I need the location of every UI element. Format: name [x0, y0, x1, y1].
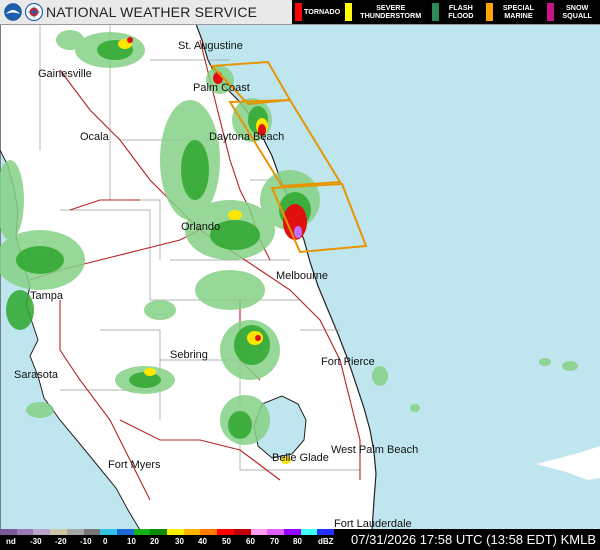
city-label: Palm Coast	[193, 82, 250, 94]
scale-swatch	[283, 529, 301, 535]
legend-swatch	[432, 3, 440, 21]
city-label: Tampa	[30, 290, 64, 302]
scale-swatch	[33, 529, 51, 535]
city-label: Sebring	[170, 349, 208, 361]
city-label: West Palm Beach	[331, 444, 419, 456]
legend-label: SNOW SQUALL	[562, 3, 592, 20]
city-label: Ocala	[80, 131, 109, 143]
scale-swatch	[116, 529, 134, 535]
timestamp: 07/31/2026 17:58 UTC (13:58 EDT) KMLB	[351, 532, 596, 547]
scale-tick-label: 20	[150, 537, 159, 546]
scale-tick-label: 50	[222, 537, 231, 546]
scale-tick-label: 80	[293, 537, 302, 546]
scale-swatch	[233, 529, 251, 535]
scale-swatch	[16, 529, 34, 535]
legend-label: FLASH FLOOD	[448, 3, 474, 20]
scale-tick-label: 10	[127, 537, 136, 546]
scale-swatch	[317, 529, 335, 535]
scale-tick-label: 70	[270, 537, 279, 546]
scale-swatch	[267, 529, 284, 535]
scale-tick-label: dBZ	[318, 537, 334, 546]
legend-item-tornado: TORNADO	[292, 0, 342, 24]
scale-tick-label: 60	[246, 537, 255, 546]
legend-item-snow-squall: SNOW SQUALL	[544, 0, 600, 24]
scale-tick-label: 30	[175, 537, 184, 546]
scale-tick-label: -10	[80, 537, 92, 546]
scale-tick-label: nd	[6, 537, 16, 546]
radar-map-view: St. Augustine Gainesville Palm Coast Oca…	[0, 0, 600, 550]
footer-bar: nd -30 -20 -10 0 10 20 30 40 50 60 70 80 dBZ 07/31/20…	[0, 529, 600, 550]
scale-swatch	[133, 529, 151, 535]
scale-swatch	[300, 529, 318, 535]
city-label: Melbourne	[276, 270, 328, 282]
scale-tick-label: -20	[55, 537, 67, 546]
scale-swatch	[250, 529, 268, 535]
city-label: St. Augustine	[178, 40, 243, 52]
legend-label: SEVERE THUNDERSTORM	[360, 3, 422, 20]
scale-swatches	[0, 529, 335, 535]
city-label: Orlando	[181, 221, 221, 233]
legend-swatch	[485, 3, 493, 21]
scale-swatch	[183, 529, 201, 535]
scale-swatch	[167, 529, 184, 535]
legend-item-severe-thunderstorm: SEVERE THUNDERSTORM	[342, 0, 429, 24]
scale-swatch	[200, 529, 218, 535]
scale-swatch	[0, 529, 17, 535]
city-label: Gainesville	[38, 68, 92, 80]
legend-label: SPECIAL MARINE	[502, 3, 535, 20]
scale-swatch	[100, 529, 117, 535]
scale-ticks: nd -30 -20 -10 0 10 20 30 40 50 60 70 80 dBZ	[0, 537, 334, 549]
legend-label: TORNADO	[304, 7, 341, 16]
warning-legend: TORNADO SEVERE THUNDERSTORM FLASH FLOOD …	[292, 0, 600, 24]
scale-tick-label: 0	[103, 537, 108, 546]
scale-swatch	[217, 529, 234, 535]
city-label: Fort Myers	[108, 459, 161, 471]
nws-logo-icon	[25, 3, 43, 21]
page-title: NATIONAL WEATHER SERVICE	[46, 4, 258, 20]
city-label: Sarasota	[14, 369, 59, 381]
legend-item-special-marine: SPECIAL MARINE	[483, 0, 545, 24]
scale-swatch	[150, 529, 168, 535]
scale-tick-label: -30	[30, 537, 42, 546]
legend-swatch	[345, 3, 353, 21]
legend-item-flash-flood: FLASH FLOOD	[429, 0, 482, 24]
city-label: Daytona Beach	[209, 131, 285, 143]
reflectivity-scale: nd -30 -20 -10 0 10 20 30 40 50 60 70 80 dBZ	[0, 529, 335, 550]
legend-swatch	[547, 3, 555, 21]
scale-swatch	[66, 529, 84, 535]
noaa-logo-icon	[4, 3, 22, 21]
city-label: Fort Pierce	[321, 356, 375, 368]
legend-swatch	[295, 3, 302, 21]
city-label: Belle Glade	[272, 452, 329, 464]
scale-swatch	[50, 529, 67, 535]
scale-swatch	[83, 529, 101, 535]
scale-tick-label: 40	[198, 537, 207, 546]
